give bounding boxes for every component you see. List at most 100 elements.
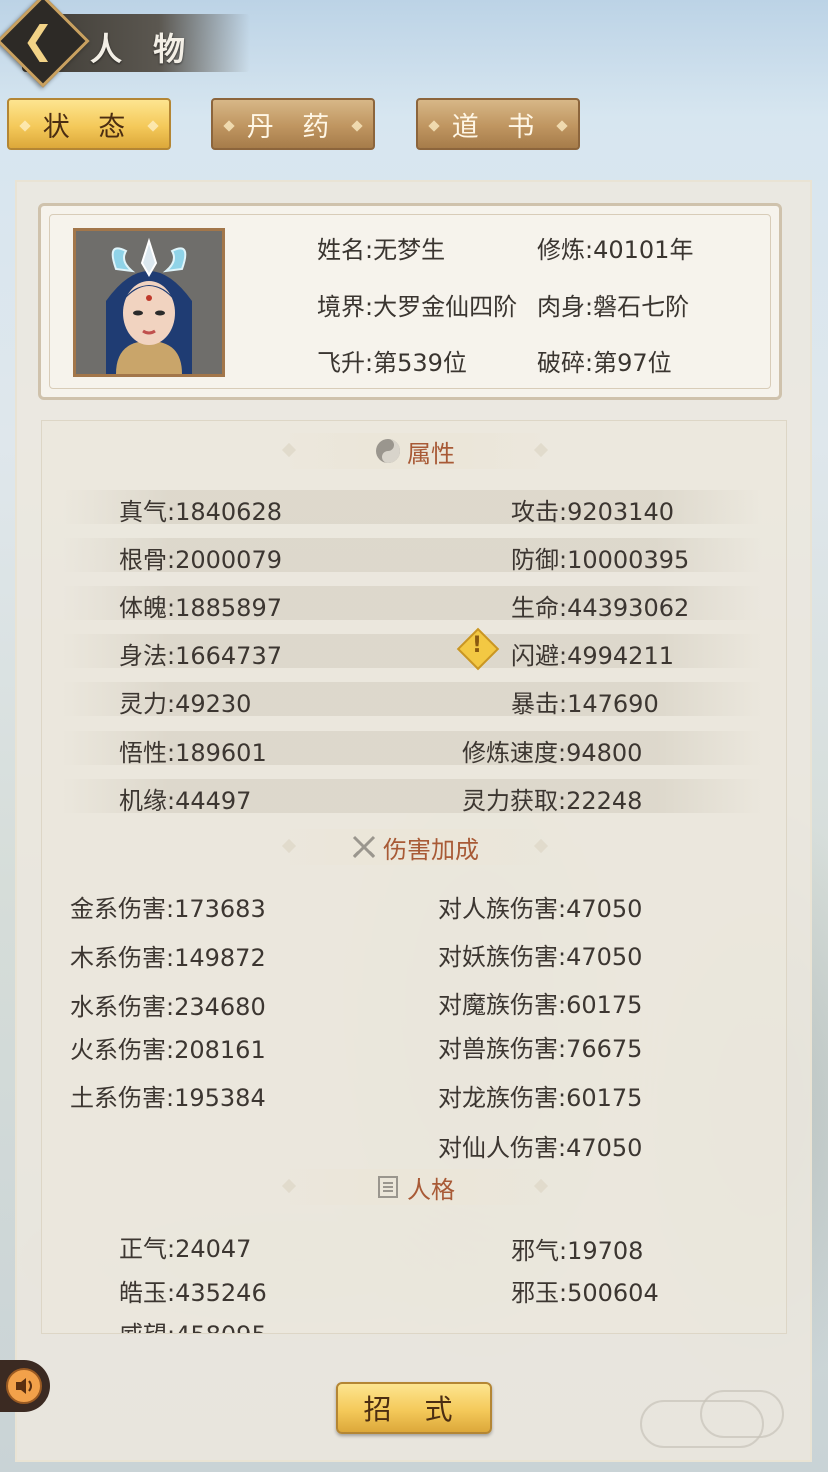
dmg-water: 水系伤害:234680 xyxy=(70,987,266,1022)
profile-ascend: 飞升:第539位 xyxy=(317,343,467,378)
attr-defense: 防御:10000395 xyxy=(511,540,689,575)
pers-evil-jade: 邪玉:500604 xyxy=(511,1273,659,1308)
stat-label: 对魔族伤害: xyxy=(438,991,567,1019)
realm-label: 境界: xyxy=(317,293,374,321)
name-value: 无梦生 xyxy=(373,236,446,264)
stat-value: 47050 xyxy=(566,1134,643,1162)
skills-button[interactable]: 招 式 xyxy=(336,1382,492,1434)
stat-value: 500604 xyxy=(567,1279,659,1307)
dmg-vs-devil: 对魔族伤害:60175 xyxy=(438,985,642,1020)
profile-realm: 境界:大罗金仙四阶 xyxy=(317,287,517,322)
dmg-vs-immortal: 对仙人伤害:47050 xyxy=(438,1128,642,1163)
attr-fortune: 机缘:44497 xyxy=(119,781,251,816)
dmg-vs-dragon: 对龙族伤害:60175 xyxy=(438,1078,642,1113)
stat-value: 94800 xyxy=(566,739,643,767)
body-label: 肉身: xyxy=(537,293,594,321)
stat-value: 47050 xyxy=(566,943,643,971)
shatter-value: 第97位 xyxy=(593,349,672,377)
tab-ornament xyxy=(351,120,363,132)
stat-value: 1885897 xyxy=(175,594,282,622)
stat-value: 47050 xyxy=(566,895,643,923)
stat-label: 悟性: xyxy=(119,739,176,767)
attr-cultivation-speed: 修炼速度:94800 xyxy=(462,733,642,768)
personality-title: 人格 xyxy=(407,1175,455,1204)
speaker-glyph xyxy=(16,1378,32,1394)
attr-true-qi: 真气:1840628 xyxy=(119,492,282,527)
attributes-title: 属性 xyxy=(407,439,455,468)
shatter-label: 破碎: xyxy=(537,349,594,377)
stat-value: 195384 xyxy=(174,1084,266,1112)
stat-label: 灵力获取: xyxy=(462,787,567,815)
stat-value: 9203140 xyxy=(567,498,674,526)
profile-name: 姓名:无梦生 xyxy=(317,230,445,265)
stat-value: 60175 xyxy=(566,991,643,1019)
stat-value: 189601 xyxy=(175,739,267,767)
attr-bone: 根骨:2000079 xyxy=(119,540,282,575)
stat-value: 2000079 xyxy=(175,546,282,574)
portrait-image xyxy=(76,231,222,374)
dmg-fire: 火系伤害:208161 xyxy=(70,1030,266,1065)
stat-label: 对兽族伤害: xyxy=(438,1035,567,1063)
pers-evil: 邪气:19708 xyxy=(511,1231,643,1266)
stat-value: 22248 xyxy=(566,787,643,815)
character-avatar[interactable] xyxy=(73,228,225,377)
attr-spirit-gain: 灵力获取:22248 xyxy=(462,781,642,816)
profile-body: 肉身:磐石七阶 xyxy=(537,287,689,322)
stat-value: 49230 xyxy=(175,690,252,718)
tab-status[interactable]: 状 态 xyxy=(7,98,171,150)
tab-books[interactable]: 道 书 xyxy=(416,98,580,150)
warning-mark: ! xyxy=(472,633,483,658)
stat-value: 1840628 xyxy=(175,498,282,526)
stat-label: 灵力: xyxy=(119,690,176,718)
stat-value: 149872 xyxy=(174,944,266,972)
dmg-earth: 土系伤害:195384 xyxy=(70,1078,266,1113)
name-label: 姓名: xyxy=(317,236,374,264)
tab-pills-label: 丹 药 xyxy=(246,111,340,143)
tab-ornament xyxy=(428,120,440,132)
stat-label: 对妖族伤害: xyxy=(438,943,567,971)
body-value: 磐石七阶 xyxy=(593,293,690,321)
tab-pills[interactable]: 丹 药 xyxy=(211,98,375,150)
stat-label: 防御: xyxy=(511,546,568,574)
dmg-metal: 金系伤害:173683 xyxy=(70,889,266,924)
cultivation-value: 40101年 xyxy=(593,236,694,264)
stat-label: 对龙族伤害: xyxy=(438,1084,567,1112)
stat-label: 皓玉: xyxy=(119,1279,176,1307)
attr-comprehension: 悟性:189601 xyxy=(119,733,267,768)
attr-dodge: 闪避:4994211 xyxy=(511,636,674,671)
attr-physique: 体魄:1885897 xyxy=(119,588,282,623)
dmg-wood: 木系伤害:149872 xyxy=(70,938,266,973)
attr-agility: 身法:1664737 xyxy=(119,636,282,671)
stat-value: 24047 xyxy=(175,1235,252,1263)
stat-label: 闪避: xyxy=(511,642,568,670)
scroll-icon xyxy=(378,1176,398,1198)
tab-books-label: 道 书 xyxy=(451,111,545,143)
attributes-header: 属性 xyxy=(281,433,549,469)
pers-righteous: 正气:24047 xyxy=(119,1229,251,1264)
profile-shatter: 破碎:第97位 xyxy=(537,343,672,378)
crossed-swords-icon xyxy=(352,835,376,859)
header: ❮ 人 物 状 态 丹 药 道 书 xyxy=(0,0,828,165)
stat-label: 暴击: xyxy=(511,690,568,718)
personality-header: 人格 xyxy=(281,1169,549,1205)
cultivation-label: 修炼: xyxy=(537,236,594,264)
speaker-icon[interactable] xyxy=(6,1368,42,1404)
stat-value: 76675 xyxy=(566,1035,643,1063)
stat-value: 234680 xyxy=(174,993,266,1021)
stat-value: 44497 xyxy=(175,787,252,815)
stat-label: 威望: xyxy=(119,1321,175,1333)
stat-value: 458095 xyxy=(175,1321,267,1333)
stat-label: 对人族伤害: xyxy=(438,895,567,923)
stat-label: 攻击: xyxy=(511,498,568,526)
stat-label: 正气: xyxy=(119,1235,176,1263)
cloud-ornament xyxy=(700,1390,784,1438)
back-arrow-icon[interactable]: ❮ xyxy=(22,18,54,62)
attr-spirit: 灵力:49230 xyxy=(119,684,251,719)
realm-value: 大罗金仙四阶 xyxy=(373,293,518,321)
stat-value: 10000395 xyxy=(567,546,690,574)
stat-label: 木系伤害: xyxy=(70,944,175,972)
damage-header: 伤害加成 xyxy=(281,829,549,865)
stat-label: 身法: xyxy=(119,642,176,670)
clipped-row: 威望:458095 xyxy=(41,1313,787,1333)
stat-label: 修炼速度: xyxy=(462,739,567,767)
